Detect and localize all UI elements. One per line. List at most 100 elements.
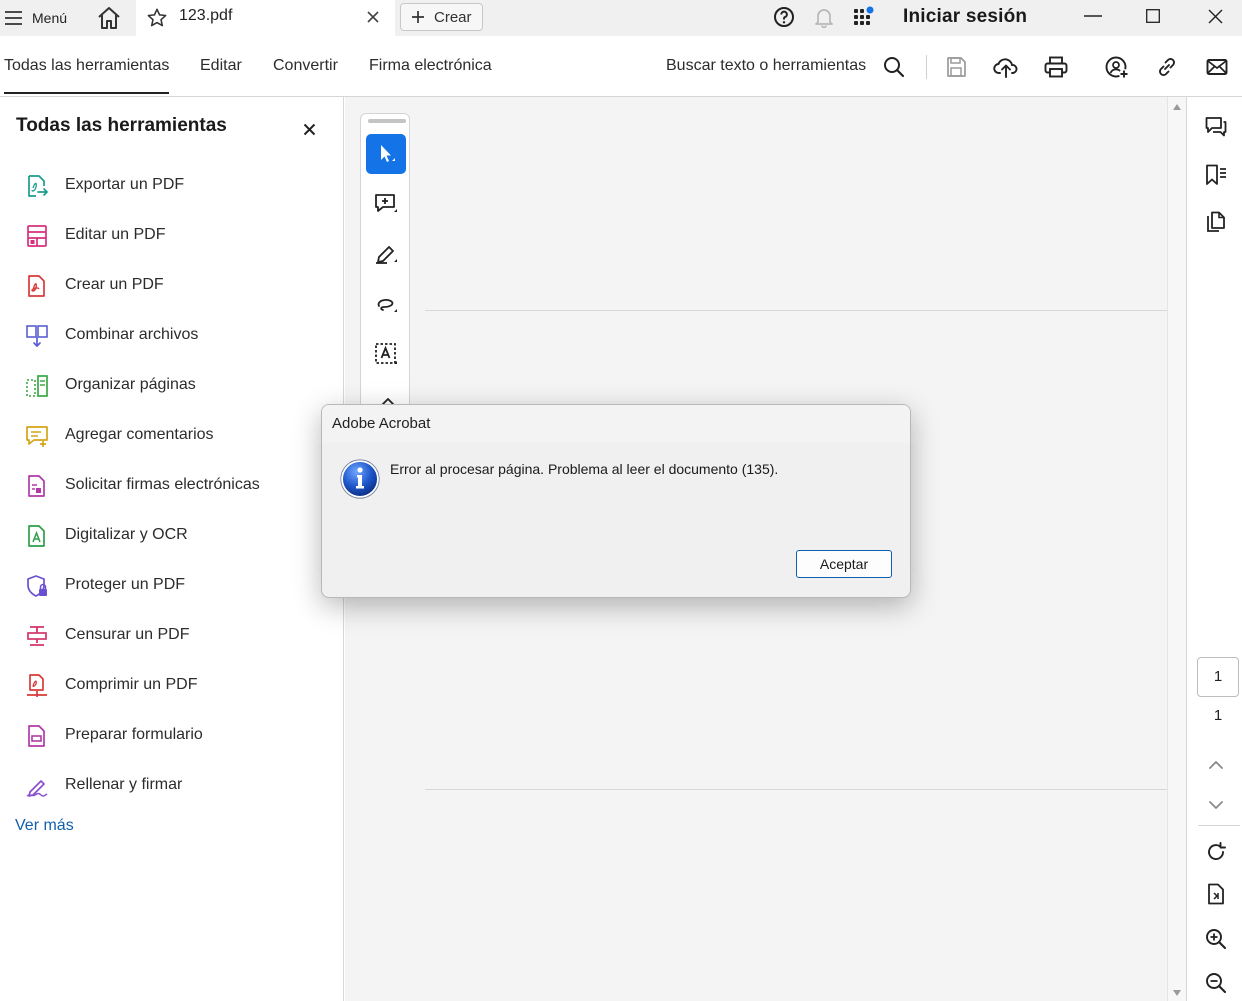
tool-label: Comprimir un PDF bbox=[65, 676, 198, 693]
close-window-icon bbox=[1208, 9, 1222, 23]
page-thumbnails-icon[interactable] bbox=[1204, 210, 1228, 234]
tool-add-comments[interactable]: Agregar comentarios bbox=[24, 421, 214, 451]
scroll-down-arrow-icon[interactable] bbox=[1172, 989, 1182, 997]
next-page-chevron-icon[interactable] bbox=[1204, 797, 1228, 813]
star-icon[interactable] bbox=[146, 7, 168, 29]
bookmarks-panel-icon[interactable] bbox=[1204, 163, 1228, 187]
previous-page-chevron-icon[interactable] bbox=[1204, 757, 1228, 773]
vertical-scrollbar[interactable] bbox=[1167, 97, 1187, 1001]
apps-grid-icon[interactable] bbox=[852, 6, 876, 28]
help-icon[interactable] bbox=[773, 6, 795, 28]
tool-label: Preparar formulario bbox=[65, 726, 203, 743]
save-icon[interactable] bbox=[944, 55, 968, 79]
link-icon[interactable] bbox=[1155, 55, 1179, 79]
title-bar: Menú 123.pdf Crear Iniciar sesión bbox=[0, 0, 1242, 37]
tool-combine-files[interactable]: Combinar archivos bbox=[24, 321, 198, 351]
cloud-upload-icon[interactable] bbox=[993, 55, 1019, 79]
scroll-up-arrow-icon[interactable] bbox=[1172, 103, 1182, 111]
add-comment-tool-button[interactable] bbox=[366, 184, 406, 224]
menu-label: Menú bbox=[32, 10, 68, 26]
fill-sign-icon bbox=[26, 780, 48, 797]
menu-button[interactable]: Menú bbox=[4, 6, 67, 30]
tool-prepare-form[interactable]: Preparar formulario bbox=[24, 721, 203, 751]
compress-pdf-icon bbox=[27, 674, 47, 697]
maximize-button[interactable] bbox=[1126, 0, 1180, 32]
notifications-bell-icon[interactable] bbox=[813, 6, 835, 28]
page-divider bbox=[425, 310, 1167, 311]
tool-label: Proteger un PDF bbox=[65, 576, 186, 593]
all-tools-panel: Todas las herramientas Exportar un PDF E… bbox=[0, 97, 344, 1001]
tool-edit-pdf[interactable]: Editar un PDF bbox=[24, 221, 165, 251]
tool-scan-ocr[interactable]: Digitalizar y OCR bbox=[24, 521, 188, 551]
see-more-link[interactable]: Ver más bbox=[15, 817, 74, 835]
draw-tool-button[interactable] bbox=[366, 284, 406, 324]
error-dialog: Adobe Acrobat Error al procesar página. … bbox=[321, 404, 911, 598]
tab-edit[interactable]: Editar bbox=[200, 57, 242, 75]
rail-separator bbox=[1198, 825, 1240, 826]
request-signatures-icon bbox=[28, 475, 45, 497]
minimize-button[interactable] bbox=[1066, 0, 1120, 32]
total-pages: 1 bbox=[1213, 707, 1223, 724]
add-comment-icon bbox=[26, 426, 48, 447]
panel-title: Todas las herramientas bbox=[16, 115, 227, 136]
tool-label: Crear un PDF bbox=[65, 276, 164, 293]
email-icon[interactable] bbox=[1205, 55, 1229, 79]
scan-ocr-icon bbox=[28, 525, 45, 547]
tool-fill-and-sign[interactable]: Rellenar y firmar bbox=[24, 771, 182, 801]
edit-pdf-icon bbox=[27, 225, 47, 247]
tool-label: Solicitar firmas electrónicas bbox=[65, 476, 260, 493]
dialog-message: Error al procesar página. Problema al le… bbox=[390, 461, 779, 477]
info-icon bbox=[340, 459, 380, 499]
share-user-icon[interactable] bbox=[1104, 55, 1130, 81]
tool-request-esignatures[interactable]: Solicitar firmas electrónicas bbox=[24, 471, 260, 501]
tool-label: Rellenar y firmar bbox=[65, 776, 183, 793]
create-button[interactable]: Crear bbox=[400, 3, 483, 31]
tool-label: Editar un PDF bbox=[65, 226, 166, 243]
tab-convert[interactable]: Convertir bbox=[273, 57, 338, 75]
tool-label: Digitalizar y OCR bbox=[65, 526, 188, 543]
drag-handle[interactable] bbox=[368, 119, 406, 123]
tool-label: Agregar comentarios bbox=[65, 426, 214, 443]
sign-in-button[interactable]: Iniciar sesión bbox=[903, 6, 1027, 28]
tool-export-pdf[interactable]: Exportar un PDF bbox=[24, 171, 184, 201]
organize-pages-icon bbox=[26, 375, 48, 397]
zoom-in-icon[interactable] bbox=[1204, 927, 1228, 951]
tool-protect-pdf[interactable]: Proteger un PDF bbox=[24, 571, 185, 601]
tab-all-tools[interactable]: Todas las herramientas bbox=[4, 57, 170, 94]
toolbar-separator bbox=[926, 55, 927, 79]
right-rail: 1 1 bbox=[1188, 97, 1242, 1001]
create-pdf-icon bbox=[28, 275, 45, 297]
close-panel-icon[interactable] bbox=[303, 123, 316, 136]
search-tools-label[interactable]: Buscar texto o herramientas bbox=[666, 57, 866, 75]
comments-panel-icon[interactable] bbox=[1204, 115, 1228, 139]
current-page-input[interactable]: 1 bbox=[1197, 657, 1239, 697]
close-window-button[interactable] bbox=[1188, 0, 1242, 32]
highlight-tool-button[interactable] bbox=[366, 234, 406, 274]
tool-organize-pages[interactable]: Organizar páginas bbox=[24, 371, 196, 401]
tab-e-signature[interactable]: Firma electrónica bbox=[369, 57, 492, 75]
main-toolbar: Todas las herramientas Editar Convertir … bbox=[0, 37, 1242, 97]
page-display-icon[interactable] bbox=[1204, 882, 1228, 906]
close-tab-icon[interactable] bbox=[367, 11, 379, 23]
zoom-out-icon[interactable] bbox=[1204, 971, 1228, 995]
rotate-icon[interactable] bbox=[1204, 840, 1228, 864]
combine-files-icon bbox=[26, 325, 48, 348]
redact-pdf-icon bbox=[27, 626, 47, 646]
document-tab[interactable]: 123.pdf bbox=[136, 0, 395, 37]
page-divider bbox=[425, 789, 1167, 790]
print-icon[interactable] bbox=[1043, 55, 1069, 79]
plus-icon bbox=[412, 11, 424, 23]
select-tool-button[interactable] bbox=[366, 134, 406, 174]
tool-label: Organizar páginas bbox=[65, 376, 196, 393]
tool-label: Exportar un PDF bbox=[65, 176, 185, 193]
tool-compress-pdf[interactable]: Comprimir un PDF bbox=[24, 671, 197, 701]
tool-create-pdf[interactable]: Crear un PDF bbox=[24, 271, 164, 301]
tab-filename: 123.pdf bbox=[179, 7, 233, 24]
ok-button[interactable]: Aceptar bbox=[796, 550, 892, 578]
dialog-title: Adobe Acrobat bbox=[322, 405, 910, 443]
tool-redact-pdf[interactable]: Censurar un PDF bbox=[24, 621, 190, 651]
home-button[interactable] bbox=[96, 5, 122, 31]
quick-tools-bar bbox=[360, 113, 410, 413]
add-text-tool-button[interactable] bbox=[366, 334, 406, 374]
search-icon[interactable] bbox=[882, 55, 906, 79]
